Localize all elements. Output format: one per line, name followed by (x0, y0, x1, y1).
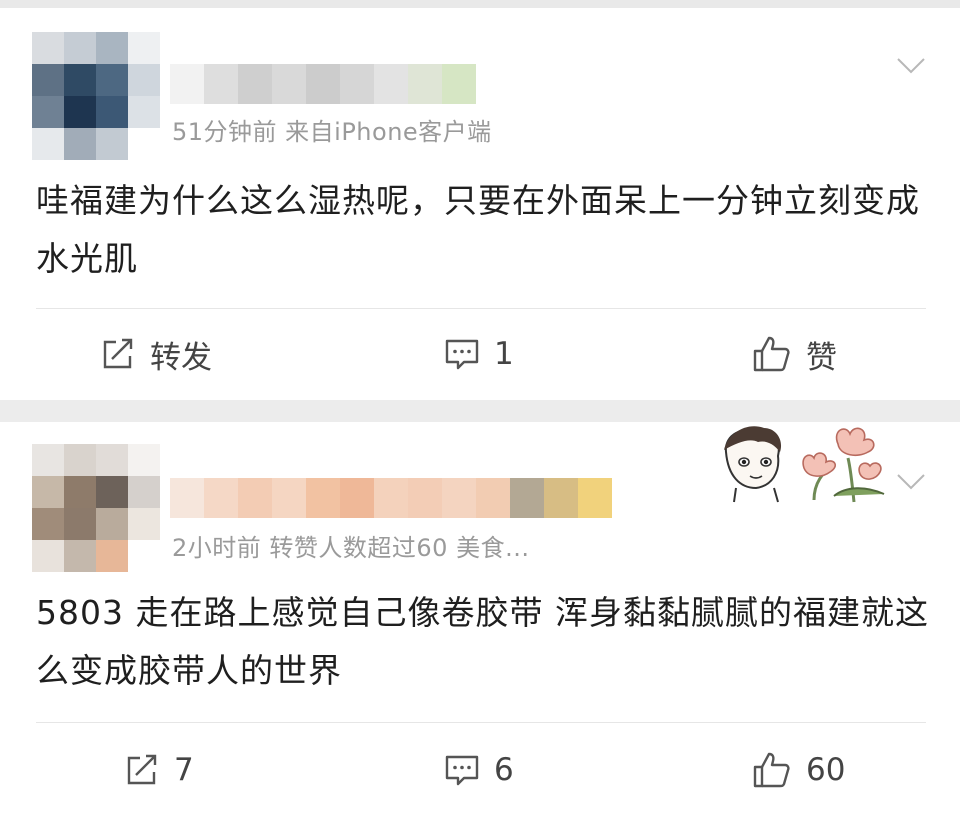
divider (36, 308, 926, 309)
repost-button[interactable]: 转发 (100, 324, 212, 384)
action-bar: 转发 1 赞 (0, 324, 960, 384)
post-meta: 2小时前 转赞人数超过60 美食... (172, 534, 530, 562)
thumbs-up-icon (753, 752, 790, 788)
comment-count: 6 (494, 752, 514, 788)
divider (36, 722, 926, 723)
comment-button[interactable]: 1 (444, 324, 514, 384)
username-blurred[interactable] (170, 478, 612, 518)
chevron-down-icon[interactable] (896, 56, 926, 76)
post-content: 哇福建为什么这么湿热呢，只要在外面呆上一分钟立刻变成水光肌 (36, 181, 920, 278)
weibo-post-1: 51分钟前 来自iPhone客户端 哇福建为什么这么湿热呢，只要在外面呆上一分钟… (0, 8, 960, 400)
post-separator (0, 400, 960, 422)
share-icon (127, 754, 157, 785)
action-bar: 7 6 60 (0, 740, 960, 800)
username-blurred[interactable] (170, 64, 476, 104)
repost-count: 7 (174, 752, 194, 788)
comment-icon (445, 755, 479, 786)
repost-label: 转发 (150, 339, 212, 376)
comment-icon (445, 339, 479, 370)
comment-count: 1 (494, 336, 514, 372)
top-separator (0, 0, 960, 8)
thumbs-up-icon (753, 336, 790, 372)
post-content: 5803 走在路上感觉自己像卷胶带 浑身黏黏腻腻的福建就这么变成胶带人的世界 (36, 593, 929, 690)
repost-button[interactable]: 7 (124, 740, 194, 800)
avatar[interactable] (32, 444, 160, 572)
avatar[interactable] (32, 32, 160, 160)
weibo-post-2: 2小时前 转赞人数超过60 美食... 5803 走在路上感觉自己像卷胶带 浑身… (0, 422, 960, 813)
share-icon (103, 338, 133, 369)
like-label: 赞 (806, 339, 837, 376)
like-count: 60 (806, 752, 846, 788)
like-button[interactable]: 赞 (752, 324, 837, 384)
like-button[interactable]: 60 (752, 740, 845, 800)
face-and-lotus-sticker-icon (724, 426, 885, 503)
comment-button[interactable]: 6 (444, 740, 514, 800)
post-meta: 51分钟前 来自iPhone客户端 (172, 118, 492, 146)
chevron-down-icon[interactable] (896, 472, 926, 492)
